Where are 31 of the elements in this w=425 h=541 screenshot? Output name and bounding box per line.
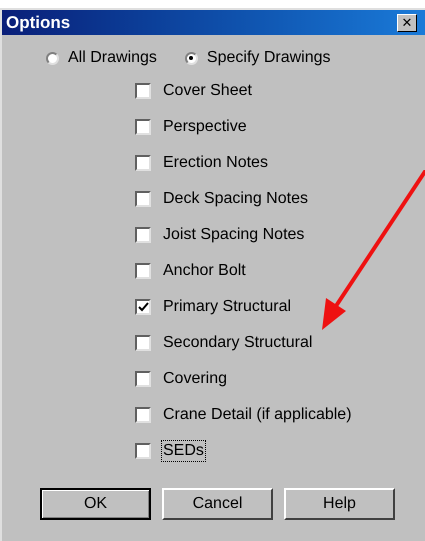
checkbox-label: Secondary Structural: [162, 333, 314, 353]
checkbox[interactable]: [135, 155, 151, 171]
checkbox-label: Covering: [162, 369, 228, 389]
checkbox[interactable]: [135, 191, 151, 207]
radio-button[interactable]: [184, 52, 198, 64]
checkbox-label: Crane Detail (if applicable): [162, 405, 353, 425]
radio-button[interactable]: [46, 52, 59, 64]
dialog-button[interactable]: Cancel: [162, 488, 273, 520]
radio-label: All Drawings: [68, 48, 157, 68]
checkbox-label: Cover Sheet: [162, 81, 253, 101]
checkbox[interactable]: [135, 227, 151, 243]
checkbox-label: Joist Spacing Notes: [162, 225, 306, 245]
checkbox[interactable]: [135, 299, 151, 315]
checkbox[interactable]: [135, 407, 151, 423]
checkbox-label: Anchor Bolt: [162, 261, 247, 281]
dialog-button[interactable]: Help: [284, 488, 395, 520]
checkbox-label: SEDs: [161, 440, 206, 462]
radio-label: Specify Drawings: [206, 48, 331, 68]
checkbox-label: Deck Spacing Notes: [162, 189, 309, 209]
window-title: Options: [6, 14, 70, 31]
checkbox[interactable]: [135, 371, 151, 387]
dialog-button[interactable]: OK: [40, 488, 151, 520]
checkbox[interactable]: [135, 335, 151, 351]
checkbox[interactable]: [135, 83, 151, 99]
checkbox-label: Perspective: [162, 117, 248, 137]
checkbox[interactable]: [135, 443, 151, 459]
checkbox[interactable]: [135, 119, 151, 135]
checkbox-label: Primary Structural: [162, 297, 292, 317]
checkbox-label: Erection Notes: [162, 153, 269, 173]
checkbox[interactable]: [135, 263, 151, 279]
close-button[interactable]: ✕: [397, 14, 417, 32]
